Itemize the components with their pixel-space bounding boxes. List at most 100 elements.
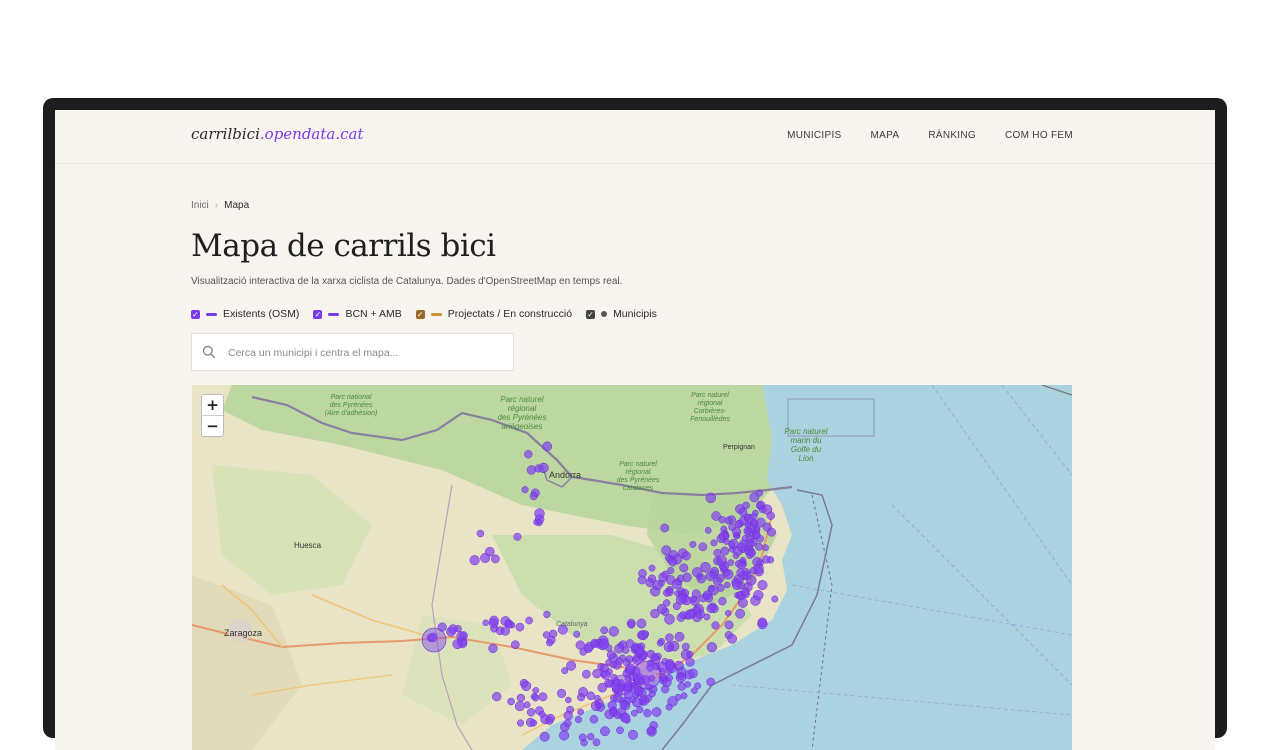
bike-lane-point[interactable] — [680, 692, 688, 700]
bike-lane-point[interactable] — [756, 501, 764, 510]
bike-lane-point[interactable] — [647, 726, 656, 735]
bike-lane-point[interactable] — [534, 508, 545, 519]
checkbox-projectats[interactable]: ✓ — [415, 309, 425, 319]
bike-lane-point[interactable] — [513, 532, 522, 541]
bike-lane-point[interactable] — [705, 492, 717, 504]
bike-lane-point[interactable] — [724, 581, 731, 589]
zoom-in-button[interactable]: + — [202, 395, 223, 416]
bike-lane-point[interactable] — [713, 548, 722, 557]
bike-lane-point[interactable] — [643, 708, 652, 718]
bike-lane-point[interactable] — [526, 708, 536, 717]
bike-lane-point[interactable] — [488, 643, 498, 654]
bike-lane-point[interactable] — [684, 681, 691, 688]
checkbox-existents[interactable]: ✓ — [191, 309, 200, 319]
bike-lane-point[interactable] — [532, 687, 540, 694]
bike-lane-point[interactable] — [542, 441, 553, 452]
bike-lane-point[interactable] — [679, 563, 689, 573]
bike-lane-point[interactable] — [538, 711, 546, 718]
bike-lane-point[interactable] — [500, 626, 510, 636]
bike-lane-point[interactable] — [546, 713, 555, 723]
bike-lane-point[interactable] — [665, 633, 674, 642]
bike-lane-point[interactable] — [577, 693, 586, 702]
bike-lane-point[interactable] — [491, 554, 500, 564]
bike-lane-point[interactable] — [563, 710, 573, 721]
bike-lane-point[interactable] — [706, 642, 717, 653]
bike-lane-point[interactable] — [531, 694, 540, 702]
bike-lane-point[interactable] — [504, 619, 513, 628]
map-tiles[interactable]: Parc national des Pyrénées (Aire d'adhés… — [192, 385, 1072, 750]
bike-lane-point[interactable] — [706, 677, 715, 687]
bike-lane-point[interactable] — [663, 641, 675, 653]
bike-lane-point[interactable] — [578, 733, 587, 742]
bike-lane-point[interactable] — [587, 733, 595, 741]
bike-lane-point[interactable] — [598, 638, 610, 649]
bike-lane-point[interactable] — [737, 542, 747, 552]
bike-lane-point[interactable] — [592, 738, 601, 747]
bike-lane-point[interactable] — [559, 730, 570, 741]
bike-lane-point[interactable] — [539, 731, 550, 742]
bike-lane-point[interactable] — [476, 529, 485, 538]
bike-lane-point[interactable] — [592, 668, 602, 679]
bike-lane-point[interactable] — [658, 637, 665, 645]
bike-lane-point[interactable] — [619, 700, 628, 709]
bike-lane-point[interactable] — [646, 649, 656, 659]
bike-lane-point[interactable] — [482, 619, 489, 627]
bike-lane-point[interactable] — [516, 719, 525, 727]
bike-lane-point[interactable] — [507, 697, 515, 706]
bike-lane-point[interactable] — [737, 561, 746, 570]
bike-lane-point[interactable] — [702, 592, 710, 600]
bike-lane-point[interactable] — [686, 650, 694, 658]
bike-lane-point[interactable] — [606, 650, 616, 660]
bike-lane-point[interactable] — [710, 539, 718, 547]
legend-bcn-amb[interactable]: ✓ BCN + AMB — [313, 308, 402, 320]
bike-lane-point[interactable] — [708, 585, 719, 596]
bike-lane-point[interactable] — [727, 633, 737, 644]
bike-lane-point[interactable] — [594, 698, 604, 708]
legend-existents[interactable]: ✓ Existents (OSM) — [191, 308, 299, 320]
bike-lane-point[interactable] — [665, 660, 676, 671]
bike-lane-point[interactable] — [577, 708, 584, 716]
bike-lane-point[interactable] — [641, 630, 650, 638]
bike-lane-point[interactable] — [566, 660, 577, 671]
bike-lane-point[interactable] — [631, 642, 640, 651]
bike-lane-point[interactable] — [597, 663, 605, 671]
bike-lane-point[interactable] — [724, 516, 733, 525]
bike-lane-point[interactable] — [636, 618, 647, 629]
bike-lane-point[interactable] — [638, 569, 647, 578]
bike-lane-point[interactable] — [632, 660, 662, 690]
bike-lane-point[interactable] — [722, 532, 730, 540]
bike-lane-point[interactable] — [565, 696, 572, 704]
bike-lane-point[interactable] — [753, 531, 761, 539]
bike-lane-point[interactable] — [542, 631, 551, 639]
bike-lane-point[interactable] — [661, 545, 672, 556]
bike-lane-point[interactable] — [746, 534, 755, 543]
zoom-out-button[interactable]: − — [202, 416, 223, 436]
bike-lane-point[interactable] — [601, 670, 611, 680]
bike-lane-point[interactable] — [731, 580, 742, 590]
bike-lane-point[interactable] — [609, 661, 617, 669]
bike-lane-point[interactable] — [705, 571, 716, 581]
bike-lane-point[interactable] — [698, 542, 708, 552]
bike-lane-point[interactable] — [557, 688, 567, 698]
bike-lane-point[interactable] — [545, 639, 554, 647]
bike-lane-point[interactable] — [700, 561, 711, 573]
bike-lane-point[interactable] — [704, 527, 712, 534]
bike-lane-point[interactable] — [761, 504, 773, 515]
bike-lane-point[interactable] — [631, 697, 642, 708]
bike-lane-point[interactable] — [557, 624, 568, 635]
bike-lane-point[interactable] — [589, 715, 599, 724]
bike-lane-point[interactable] — [613, 711, 622, 720]
nav-ranking[interactable]: RÀNKING — [928, 130, 976, 141]
bike-lane-point[interactable] — [747, 549, 756, 558]
bike-lane-point[interactable] — [674, 693, 682, 701]
bike-lane-point[interactable] — [689, 540, 697, 548]
bike-lane-point[interactable] — [538, 462, 549, 474]
bike-lane-point[interactable] — [600, 626, 609, 635]
bike-lane-point[interactable] — [543, 610, 551, 619]
bike-lane-point[interactable] — [677, 672, 685, 680]
legend-projectats[interactable]: ✓ Projectats / En construcció — [415, 308, 572, 320]
nav-mapa[interactable]: MAPA — [871, 130, 900, 141]
site-logo[interactable]: carrilbici.opendata.cat — [191, 125, 363, 143]
bike-lane-point[interactable] — [753, 590, 764, 601]
bike-lane-point[interactable] — [521, 486, 529, 494]
